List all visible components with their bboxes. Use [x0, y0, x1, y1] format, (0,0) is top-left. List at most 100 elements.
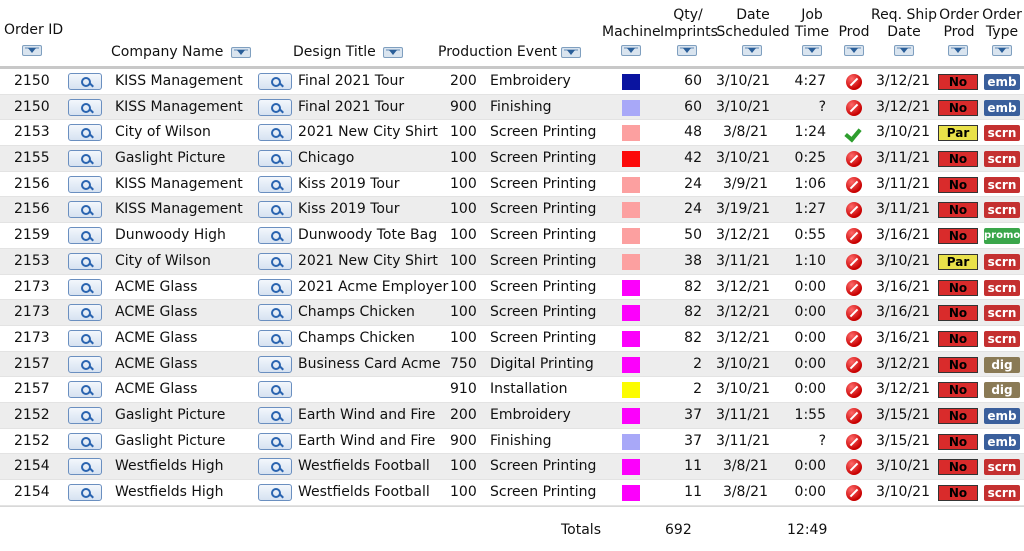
table-row[interactable]: 2173 ACME Glass Champs Chicken 100 Screen Pr… — [0, 326, 1024, 352]
order-prod-badge: No — [938, 305, 978, 322]
order-lookup-magnifier-icon[interactable] — [68, 304, 102, 322]
design-lookup-magnifier-icon[interactable] — [258, 227, 292, 245]
date-scheduled-cell: 3/11/21 — [716, 252, 770, 269]
table-row[interactable]: 2157 ACME Glass Business Card Acme 750 Digit… — [0, 351, 1024, 378]
table-row[interactable]: 2156 KISS Management Kiss 2019 Tour 100 Scre… — [0, 197, 1024, 224]
production-event-cell: Screen Printing — [490, 227, 597, 244]
design-lookup-magnifier-icon[interactable] — [258, 252, 292, 270]
table-row[interactable]: 2159 Dunwoody High Dunwoody Tote Bag 100 Scr… — [0, 223, 1024, 249]
order-lookup-magnifier-icon[interactable] — [68, 484, 102, 501]
order-lookup-magnifier-icon[interactable] — [68, 124, 102, 142]
production-event-cell: Screen Printing — [490, 278, 597, 295]
order-prod-badge: No — [938, 382, 978, 399]
event-code-cell: 100 — [450, 329, 477, 346]
machine-color-swatch — [622, 382, 640, 399]
design-lookup-magnifier-icon[interactable] — [258, 304, 292, 322]
design-lookup-magnifier-icon[interactable] — [258, 355, 292, 373]
design-lookup-magnifier-icon[interactable] — [258, 406, 292, 424]
order-lookup-magnifier-icon[interactable] — [68, 278, 102, 296]
order-lookup-magnifier-icon[interactable] — [68, 458, 102, 476]
order-prod-badge: No — [938, 433, 978, 450]
table-row[interactable]: 2150 KISS Management Final 2021 Tour 200 Emb… — [0, 69, 1024, 95]
table-row[interactable]: 2154 Westfields High Westfields Football 10… — [0, 480, 1024, 506]
checkmark-icon — [846, 125, 862, 141]
event-code-cell: 100 — [450, 227, 477, 244]
order-lookup-magnifier-icon[interactable] — [68, 329, 102, 347]
order-lookup-magnifier-icon[interactable] — [68, 381, 102, 399]
design-lookup-magnifier-icon[interactable] — [258, 124, 292, 142]
design-lookup-magnifier-icon[interactable] — [258, 175, 292, 193]
event-code-cell: 200 — [450, 73, 477, 89]
table-row[interactable]: 2152 Gaslight Picture Earth Wind and Fire 2… — [0, 402, 1024, 429]
design-lookup-magnifier-icon[interactable] — [258, 201, 292, 219]
order-lookup-magnifier-icon[interactable] — [68, 175, 102, 193]
order-id-cell: 2152 — [14, 406, 50, 423]
order-prod-badge: Par — [938, 253, 978, 270]
table-row[interactable]: 2173 ACME Glass 2021 Acme Employer 100 Scree… — [0, 275, 1024, 301]
table-row[interactable]: 2153 City of Wilson 2021 New City Shirt 100… — [0, 248, 1024, 275]
design-lookup-magnifier-icon[interactable] — [258, 278, 292, 296]
design-title-cell: Chicago — [298, 150, 355, 167]
event-code-cell: 900 — [450, 432, 477, 449]
order-type-badge: promo — [984, 228, 1020, 245]
design-lookup-magnifier-icon[interactable] — [258, 98, 292, 116]
header-qty-line2: Imprints — [660, 24, 718, 40]
sort-order-type-button[interactable] — [992, 45, 1012, 56]
order-id-cell: 2155 — [14, 150, 50, 167]
machine-color-swatch — [622, 125, 640, 142]
design-lookup-magnifier-icon[interactable] — [258, 484, 292, 501]
date-scheduled-cell: 3/10/21 — [716, 355, 770, 372]
sort-job-time-button[interactable] — [802, 45, 822, 56]
sort-qty-button[interactable] — [677, 45, 697, 56]
table-row[interactable]: 2154 Westfields High Westfields Football 10… — [0, 454, 1024, 480]
totals-divider — [0, 506, 1024, 507]
sort-ship-date-button[interactable] — [894, 45, 914, 56]
job-time-cell: 0:00 — [794, 329, 826, 346]
order-lookup-magnifier-icon[interactable] — [68, 406, 102, 424]
table-row[interactable]: 2152 Gaslight Picture Earth Wind and Fire 9… — [0, 429, 1024, 455]
machine-color-swatch — [622, 151, 640, 168]
order-lookup-magnifier-icon[interactable] — [68, 201, 102, 219]
sort-company-button[interactable] — [231, 47, 251, 58]
order-prod-badge: No — [938, 459, 978, 476]
sort-date-button[interactable] — [742, 45, 762, 56]
design-lookup-magnifier-icon[interactable] — [258, 458, 292, 476]
sort-event-button[interactable] — [561, 47, 581, 58]
job-time-cell: 0:00 — [794, 355, 826, 372]
table-row[interactable]: 2155 Gaslight Picture Chicago 100 Screen Pri… — [0, 146, 1024, 172]
order-lookup-magnifier-icon[interactable] — [68, 355, 102, 373]
sort-order-id-button[interactable] — [22, 45, 42, 56]
date-scheduled-cell: 3/12/21 — [716, 329, 770, 346]
order-lookup-magnifier-icon[interactable] — [68, 252, 102, 270]
order-id-cell: 2154 — [14, 484, 50, 500]
production-event-cell: Embroidery — [490, 73, 571, 89]
sort-design-button[interactable] — [383, 47, 403, 58]
sort-prod-button[interactable] — [844, 45, 864, 56]
table-row[interactable]: 2157 ACME Glass 910 Installation 2 3/10/21 0:0… — [0, 377, 1024, 403]
sort-machine-button[interactable] — [621, 45, 641, 56]
design-lookup-magnifier-icon[interactable] — [258, 329, 292, 347]
design-lookup-magnifier-icon[interactable] — [258, 73, 292, 90]
order-lookup-magnifier-icon[interactable] — [68, 150, 102, 168]
table-row[interactable]: 2150 KISS Management Final 2021 Tour 900 Fin… — [0, 94, 1024, 121]
table-row[interactable]: 2173 ACME Glass Champs Chicken 100 Screen Pr… — [0, 300, 1024, 326]
design-lookup-magnifier-icon[interactable] — [258, 381, 292, 399]
sort-order-prod-button[interactable] — [948, 45, 968, 56]
production-event-cell: Screen Printing — [490, 304, 597, 321]
ship-date-cell: 3/10/21 — [876, 124, 930, 141]
ship-date-cell: 3/15/21 — [876, 432, 930, 449]
ship-date-cell: 3/16/21 — [876, 278, 930, 295]
header-machine: Machine — [602, 24, 661, 40]
order-lookup-magnifier-icon[interactable] — [68, 73, 102, 90]
event-code-cell: 200 — [450, 406, 477, 423]
order-lookup-magnifier-icon[interactable] — [68, 432, 102, 450]
order-lookup-magnifier-icon[interactable] — [68, 98, 102, 116]
order-type-badge: scrn — [984, 279, 1020, 296]
order-lookup-magnifier-icon[interactable] — [68, 227, 102, 245]
table-row[interactable]: 2153 City of Wilson 2021 New City Shirt 100… — [0, 120, 1024, 147]
design-lookup-magnifier-icon[interactable] — [258, 432, 292, 450]
table-row[interactable]: 2156 KISS Management Kiss 2019 Tour 100 Scre… — [0, 172, 1024, 198]
qty-cell: 37 — [684, 406, 702, 423]
design-lookup-magnifier-icon[interactable] — [258, 150, 292, 168]
ship-date-cell: 3/12/21 — [876, 98, 930, 115]
